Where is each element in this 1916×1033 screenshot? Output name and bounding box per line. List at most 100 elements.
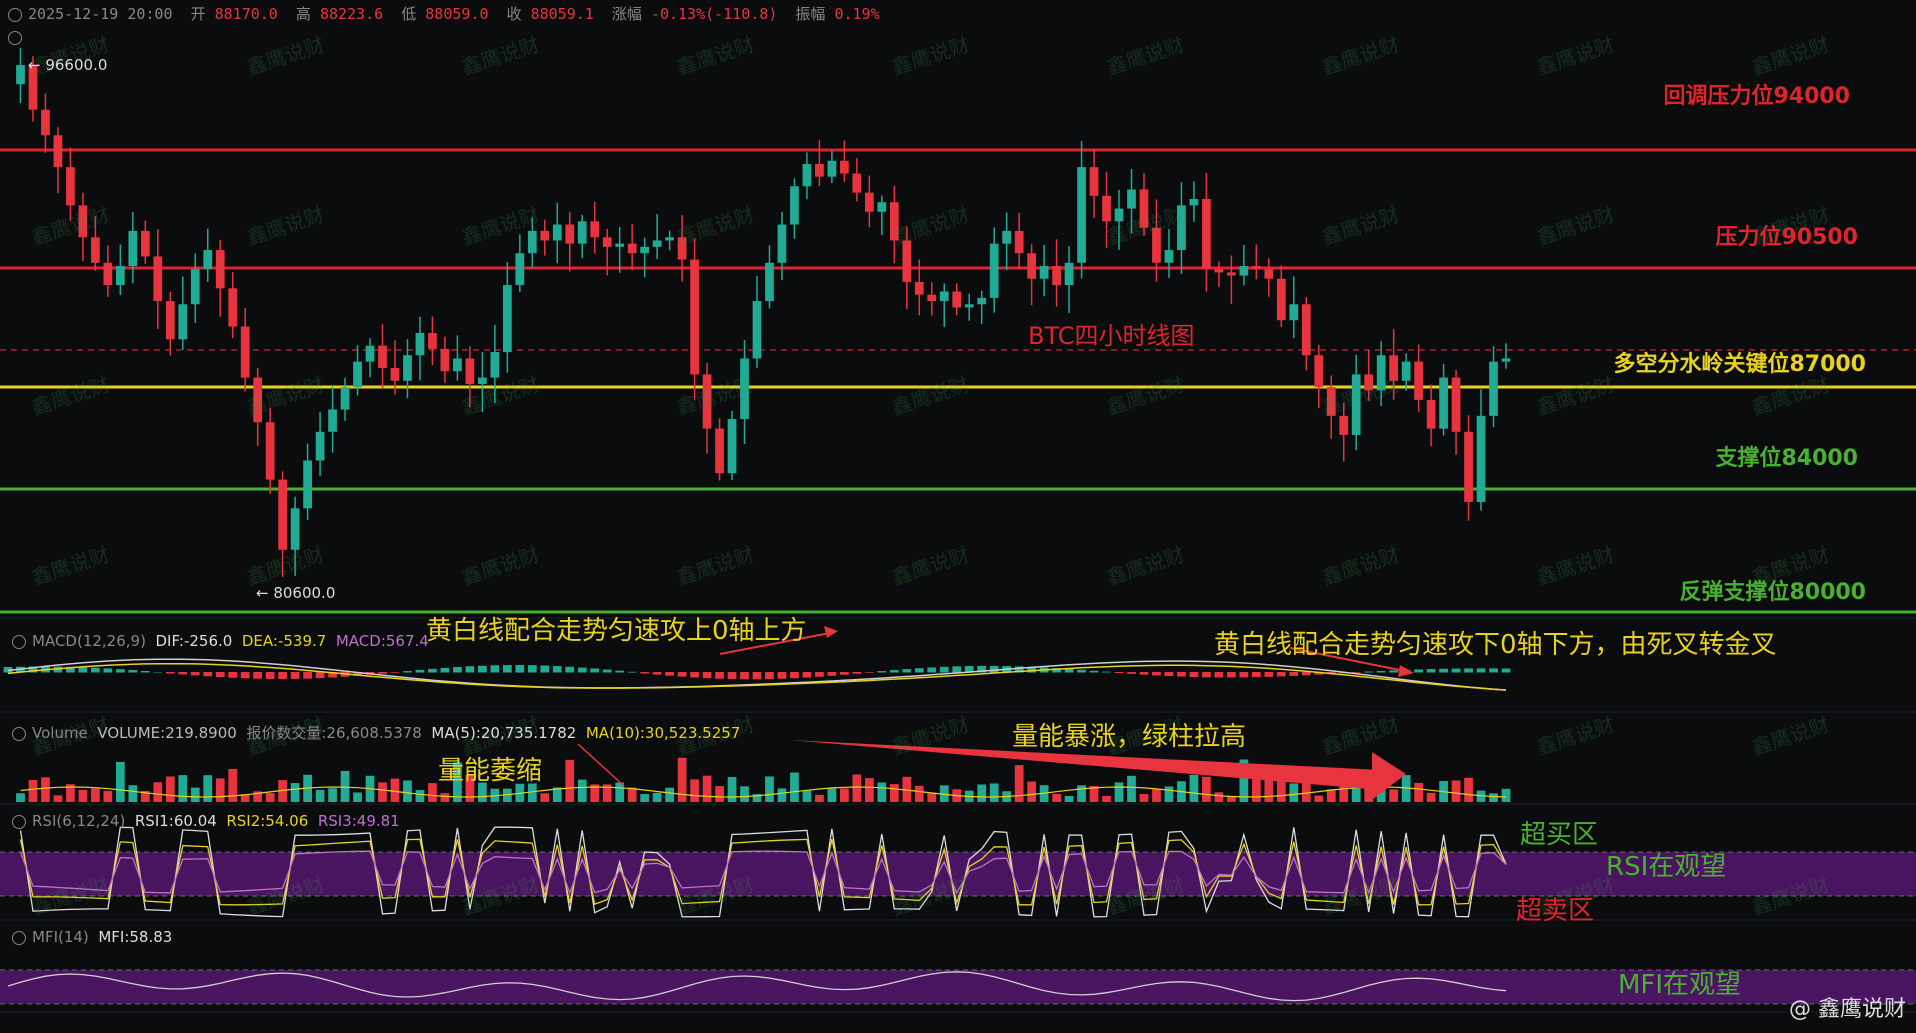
volume-bar xyxy=(315,789,325,802)
annotation-oversold: 超卖区 xyxy=(1516,896,1595,926)
candle-body xyxy=(228,288,238,327)
candle-body xyxy=(1127,189,1136,209)
low-label: 低 xyxy=(401,5,417,23)
macd-value: MACD:567.4 xyxy=(335,632,429,650)
volume-bar xyxy=(165,776,175,802)
candle-body xyxy=(1102,195,1111,222)
volume-bar xyxy=(1139,794,1149,802)
volume-bar xyxy=(1326,789,1336,802)
candle-body xyxy=(428,332,437,349)
mfi-header: MFI(14) MFI:58.83 xyxy=(12,928,172,946)
macd-bar xyxy=(1501,668,1511,673)
macd-bar xyxy=(790,672,799,679)
macd-dea: DEA:-539.7 xyxy=(241,632,327,650)
collapse-icon[interactable] xyxy=(8,8,22,22)
macd-bar xyxy=(103,668,113,673)
candle-body xyxy=(115,265,125,286)
candle-body xyxy=(477,377,487,384)
candle-body xyxy=(615,243,625,247)
candle-body xyxy=(1052,265,1061,286)
macd-bar xyxy=(1189,672,1199,677)
volume-bar xyxy=(815,794,824,802)
volume-bar xyxy=(1389,789,1399,802)
volume-bar xyxy=(627,787,637,802)
macd-bar xyxy=(840,672,849,675)
candle-body xyxy=(1226,272,1236,276)
volume-bar xyxy=(290,783,300,802)
collapse-icon[interactable] xyxy=(12,635,26,649)
macd-bar xyxy=(939,666,949,673)
volume-bar xyxy=(353,792,362,802)
volume-bar xyxy=(265,793,275,802)
volume-bar xyxy=(378,782,387,802)
collapse-icon[interactable] xyxy=(12,727,26,741)
candle-body xyxy=(1239,265,1249,276)
volume-quote: 报价数交量:26,608.5378 xyxy=(246,724,422,742)
candle-body xyxy=(1401,361,1411,381)
volume-bar xyxy=(877,782,887,802)
candle-body xyxy=(128,230,138,266)
volume-bar xyxy=(1501,788,1511,802)
price-low-mark: ← 80600.0 xyxy=(256,584,336,602)
volume-bar xyxy=(91,788,100,802)
collapse-icon[interactable] xyxy=(12,815,26,829)
candle-body xyxy=(403,355,412,381)
macd-bar xyxy=(1089,670,1099,673)
candle-body xyxy=(453,358,462,372)
close-value: 88059.1 xyxy=(530,5,594,23)
macd-bar xyxy=(752,672,762,680)
candle-body xyxy=(677,237,687,260)
macd-group xyxy=(3,658,1511,691)
settings-icon[interactable] xyxy=(8,31,22,45)
candle-body xyxy=(1326,387,1336,416)
macd-bar xyxy=(1152,672,1161,676)
candle-body xyxy=(1189,199,1199,206)
volume-bar xyxy=(1289,783,1299,802)
macd-bar xyxy=(702,672,712,679)
volume-bar xyxy=(1164,786,1174,802)
candle-body xyxy=(552,224,562,241)
collapse-icon[interactable] xyxy=(12,931,26,945)
volume-bar xyxy=(228,768,238,802)
volume-bar xyxy=(41,777,50,802)
macd-bar xyxy=(253,672,263,679)
macd-bar xyxy=(1264,672,1274,677)
macd-bar xyxy=(502,665,512,673)
candle-body xyxy=(303,460,312,509)
macd-bar xyxy=(453,667,462,673)
change-label: 涨幅 xyxy=(611,5,642,23)
macd-bar xyxy=(1202,672,1211,678)
candle-body xyxy=(53,135,63,168)
candle-body xyxy=(1376,355,1386,391)
open-value: 88170.0 xyxy=(214,5,278,23)
volume-bar xyxy=(103,790,113,802)
volume-bar xyxy=(765,776,774,802)
macd-bar xyxy=(440,667,450,673)
candle-body xyxy=(203,250,213,270)
volume-bar xyxy=(1214,792,1224,802)
candle-body xyxy=(440,348,450,372)
candle-body xyxy=(502,285,512,353)
volume-bar xyxy=(565,759,575,802)
candle-body xyxy=(91,237,100,263)
candle-body xyxy=(253,377,263,423)
macd-bar xyxy=(627,671,637,673)
level-label-94000: 回调压力位94000 xyxy=(1663,84,1850,109)
candle-body xyxy=(1251,265,1261,270)
candle-body xyxy=(602,237,612,247)
macd-bar xyxy=(815,672,824,677)
volume-bar xyxy=(864,778,874,802)
candle-body xyxy=(914,281,924,295)
macd-bar xyxy=(403,671,412,673)
candle-body xyxy=(690,259,699,375)
volume-bar xyxy=(1276,779,1286,802)
volume-bar xyxy=(1189,774,1199,802)
candle-body xyxy=(1501,358,1511,362)
settings-row xyxy=(8,28,28,46)
volume-bar xyxy=(1027,781,1037,802)
volume-bar xyxy=(428,783,437,802)
macd-bar xyxy=(140,670,150,673)
volume-bar xyxy=(577,779,587,802)
macd-bar xyxy=(178,672,188,675)
candle-body xyxy=(1276,278,1286,321)
